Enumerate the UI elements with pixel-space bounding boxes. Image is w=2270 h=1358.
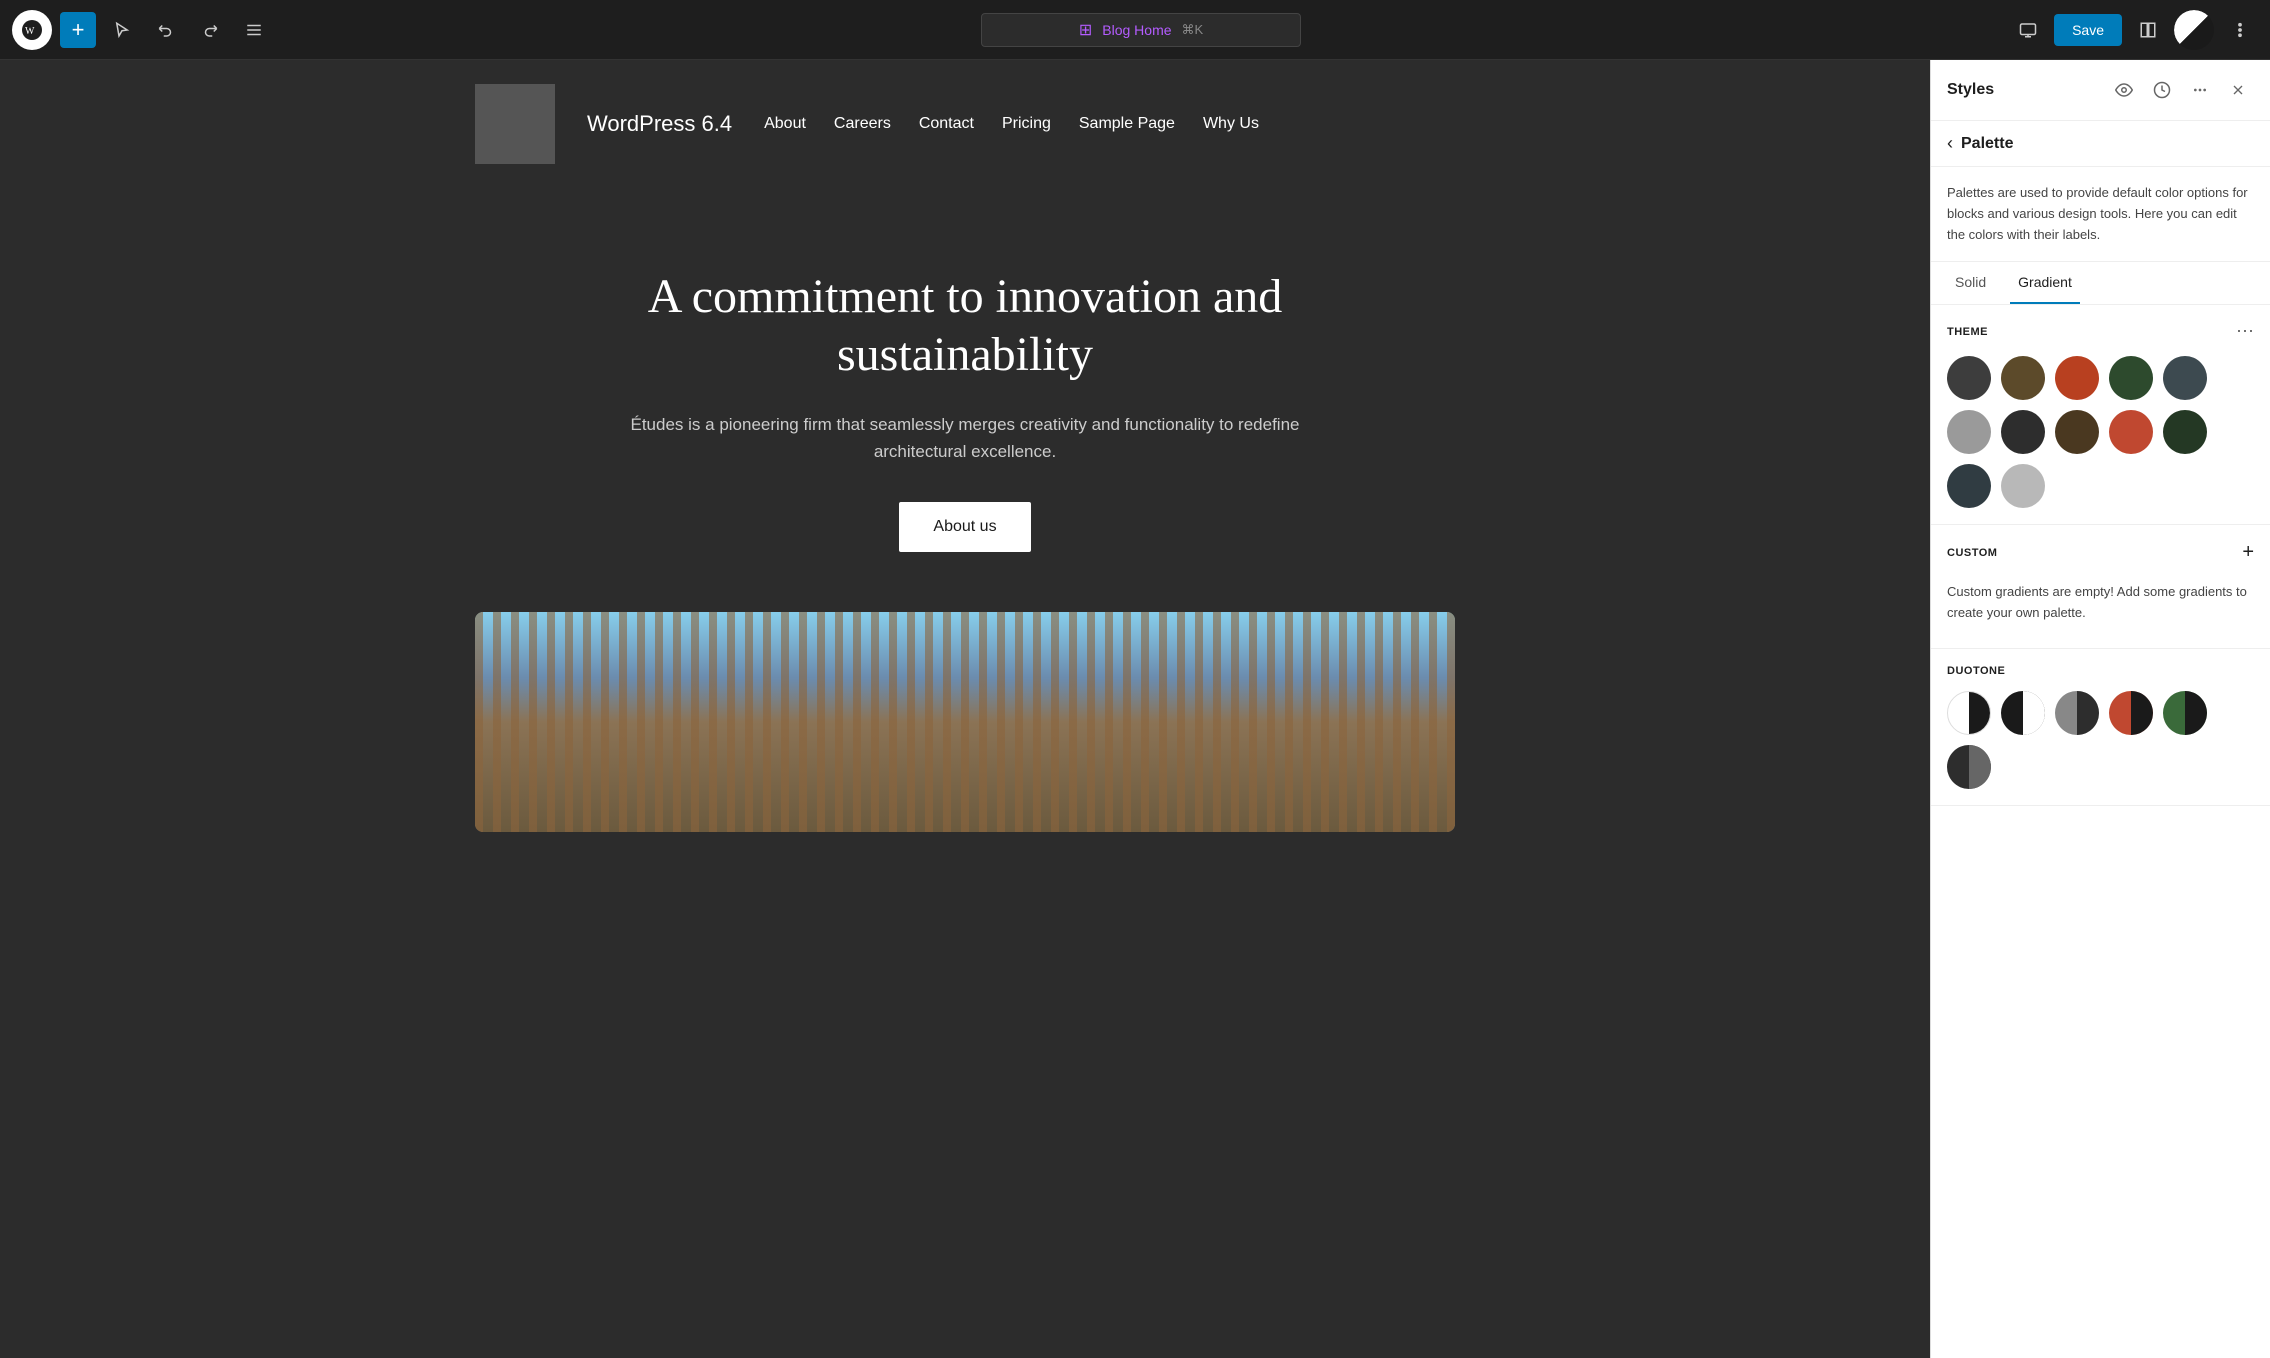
duotone-section-title: DUOTONE <box>1947 665 2005 677</box>
nav-item-pricing[interactable]: Pricing <box>1002 115 1051 133</box>
hero-cta-button[interactable]: About us <box>899 502 1030 552</box>
toolbar: W + ⊞ Blog Home ⌘K Save <box>0 0 2270 60</box>
more-options-button[interactable] <box>2222 12 2258 48</box>
panel-header: Styles <box>1931 60 2270 121</box>
panel-breadcrumb: ‹ Palette <box>1931 121 2270 167</box>
theme-color-8[interactable] <box>2055 410 2099 454</box>
theme-section-title: THEME <box>1947 326 1988 338</box>
theme-colors-section: THEME ⋯ <box>1931 305 2270 525</box>
theme-color-grid <box>1947 356 2254 508</box>
layout-button[interactable] <box>2130 12 2166 48</box>
custom-section-title: CUSTOM <box>1947 547 1997 559</box>
theme-color-9[interactable] <box>2109 410 2153 454</box>
canvas-area[interactable]: WordPress 6.4 About Careers Contact Pric… <box>0 60 1930 1358</box>
page-title: Blog Home <box>1102 22 1171 38</box>
svg-text:W: W <box>25 26 35 37</box>
theme-color-5[interactable] <box>2163 356 2207 400</box>
image-section <box>435 612 1495 832</box>
site-header: WordPress 6.4 About Careers Contact Pric… <box>435 60 1495 188</box>
page-shortcut: ⌘K <box>1182 22 1204 38</box>
nav-item-why-us[interactable]: Why Us <box>1203 115 1259 133</box>
building-image <box>475 612 1455 832</box>
back-button[interactable]: ‹ <box>1947 133 1953 154</box>
theme-color-1[interactable] <box>1947 356 1991 400</box>
custom-section-header: CUSTOM + <box>1947 541 2254 564</box>
duotone-swatch-2[interactable] <box>2001 691 2045 735</box>
styles-close-button[interactable] <box>2222 74 2254 106</box>
theme-color-10[interactable] <box>2163 410 2207 454</box>
theme-color-11[interactable] <box>1947 464 1991 508</box>
toolbar-right: Save <box>2010 10 2258 50</box>
theme-color-6[interactable] <box>1947 410 1991 454</box>
duotone-section-header: DUOTONE <box>1947 665 2254 677</box>
theme-color-3[interactable] <box>2055 356 2099 400</box>
styles-panel: Styles ‹ Palette Palettes a <box>1930 60 2270 1358</box>
wordpress-logo[interactable]: W <box>12 10 52 50</box>
theme-section-header: THEME ⋯ <box>1947 321 2254 342</box>
canvas-page: WordPress 6.4 About Careers Contact Pric… <box>435 60 1495 832</box>
hero-section: A commitment to innovation and sustainab… <box>435 188 1495 612</box>
duotone-swatch-1[interactable] <box>1947 691 1991 735</box>
toolbar-center: ⊞ Blog Home ⌘K <box>280 13 2002 47</box>
nav-item-contact[interactable]: Contact <box>919 115 974 133</box>
panel-title: Styles <box>1947 81 1994 99</box>
select-tool-button[interactable] <box>104 12 140 48</box>
theme-color-7[interactable] <box>2001 410 2045 454</box>
custom-colors-section: CUSTOM + Custom gradients are empty! Add… <box>1931 525 2270 649</box>
theme-color-4[interactable] <box>2109 356 2153 400</box>
site-navigation: About Careers Contact Pricing Sample Pag… <box>764 115 1259 133</box>
panel-description: Palettes are used to provide default col… <box>1931 167 2270 262</box>
breadcrumb-title: Palette <box>1961 135 2013 153</box>
tab-solid[interactable]: Solid <box>1947 262 1994 304</box>
theme-toggle-button[interactable] <box>2174 10 2214 50</box>
page-icon: ⊞ <box>1079 20 1092 40</box>
duotone-grid <box>1947 691 2254 789</box>
toolbar-left: W + <box>12 10 272 50</box>
theme-color-12[interactable] <box>2001 464 2045 508</box>
list-view-button[interactable] <box>236 12 272 48</box>
panel-header-icons <box>2108 74 2254 106</box>
theme-more-button[interactable]: ⋯ <box>2236 321 2254 342</box>
tab-gradient[interactable]: Gradient <box>2010 262 2080 304</box>
theme-toggle-icon <box>2174 10 2214 50</box>
site-logo <box>475 84 555 164</box>
nav-item-about[interactable]: About <box>764 115 806 133</box>
site-title: WordPress 6.4 <box>587 111 732 137</box>
preview-button[interactable] <box>2010 12 2046 48</box>
theme-color-2[interactable] <box>2001 356 2045 400</box>
custom-empty-text: Custom gradients are empty! Add some gra… <box>1947 578 2254 632</box>
add-block-button[interactable]: + <box>60 12 96 48</box>
save-button[interactable]: Save <box>2054 14 2122 46</box>
duotone-swatch-6[interactable] <box>1947 745 1991 789</box>
custom-add-button[interactable]: + <box>2242 541 2254 564</box>
styles-preview-button[interactable] <box>2108 74 2140 106</box>
main-layout: WordPress 6.4 About Careers Contact Pric… <box>0 60 2270 1358</box>
duotone-swatch-4[interactable] <box>2109 691 2153 735</box>
duotone-swatch-5[interactable] <box>2163 691 2207 735</box>
duotone-section: DUOTONE <box>1931 649 2270 806</box>
duotone-swatch-3[interactable] <box>2055 691 2099 735</box>
undo-button[interactable] <box>148 12 184 48</box>
hero-title: A commitment to innovation and sustainab… <box>615 268 1315 383</box>
styles-history-button[interactable] <box>2146 74 2178 106</box>
page-title-area[interactable]: ⊞ Blog Home ⌘K <box>981 13 1301 47</box>
hero-subtitle: Études is a pioneering firm that seamles… <box>625 411 1305 465</box>
nav-item-careers[interactable]: Careers <box>834 115 891 133</box>
styles-more-button[interactable] <box>2184 74 2216 106</box>
palette-tabs: Solid Gradient <box>1931 262 2270 305</box>
nav-item-sample-page[interactable]: Sample Page <box>1079 115 1175 133</box>
redo-button[interactable] <box>192 12 228 48</box>
